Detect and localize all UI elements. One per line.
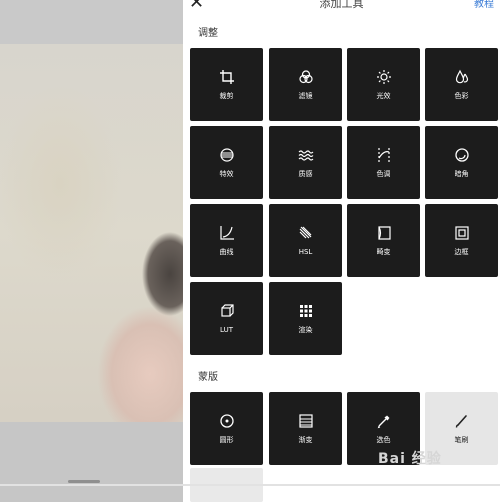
tool-color[interactable]: 色彩 <box>425 48 498 121</box>
tool-label: 渲染 <box>298 326 313 334</box>
tool-label: 色调 <box>376 170 391 178</box>
tool-curve[interactable]: 曲线 <box>190 204 263 277</box>
droplets-icon <box>455 69 468 84</box>
grid-icon <box>299 305 312 317</box>
tool-hsl[interactable]: HSL <box>269 204 342 277</box>
frame-icon <box>454 226 469 240</box>
photo-preview <box>0 0 183 502</box>
tool-crop[interactable]: 裁剪 <box>190 48 263 121</box>
tool-label: 色彩 <box>454 92 469 100</box>
tool-label: LUT <box>220 326 233 334</box>
circle-icon <box>219 414 234 428</box>
photo-bottom-area <box>0 422 183 502</box>
tone-icon <box>377 148 390 162</box>
tool-effect[interactable]: 特效 <box>190 126 263 199</box>
bottom-divider <box>0 484 500 486</box>
tool-distortion[interactable]: 畸变 <box>347 204 420 277</box>
tool-label: 暗角 <box>454 170 469 178</box>
mask-label: 渐变 <box>298 436 313 444</box>
tool-label: 质感 <box>298 170 313 178</box>
mask-gradient[interactable]: 渐变 <box>269 392 342 465</box>
filter-icon <box>298 70 313 84</box>
sun-icon <box>376 70 391 84</box>
mask-label: 圆形 <box>219 436 234 444</box>
hsl-icon <box>299 226 311 239</box>
gradient-icon <box>298 414 313 428</box>
brush-icon <box>455 415 467 428</box>
tutorial-link[interactable]: 教程 <box>474 0 494 10</box>
add-tool-panel: ✕ 添加工具 教程 调整 裁剪 滤镜 光效 色彩 特效 质感 色调 暗角 曲线 <box>183 0 500 502</box>
tool-render[interactable]: 渲染 <box>269 282 342 355</box>
tool-frame[interactable]: 边框 <box>425 204 498 277</box>
tool-label: 滤镜 <box>298 92 313 100</box>
curve-icon <box>219 226 234 240</box>
section-mask: 蒙版 <box>198 372 218 383</box>
tool-lut[interactable]: LUT <box>190 282 263 355</box>
mask-label: 选色 <box>376 436 391 444</box>
wave-icon <box>298 150 313 161</box>
mask-label: 笔刷 <box>454 436 469 444</box>
distortion-icon <box>377 226 391 240</box>
home-indicator <box>68 480 100 483</box>
tool-vignette[interactable]: 暗角 <box>425 126 498 199</box>
tool-light[interactable]: 光效 <box>347 48 420 121</box>
tool-label: 边框 <box>454 248 469 256</box>
eyedropper-icon <box>377 415 389 429</box>
panel-title: 添加工具 <box>319 0 364 10</box>
crop-icon <box>219 70 234 84</box>
tool-tone[interactable]: 色调 <box>347 126 420 199</box>
tool-label: HSL <box>298 248 313 256</box>
tool-label: 曲线 <box>219 248 234 256</box>
watermark: Bai 经验 <box>378 451 442 467</box>
tool-label: 光效 <box>376 92 391 100</box>
tool-label: 特效 <box>219 170 234 178</box>
lut-icon <box>220 304 234 317</box>
mask-circle[interactable]: 圆形 <box>190 392 263 465</box>
tool-filter[interactable]: 滤镜 <box>269 48 342 121</box>
tool-label: 畸变 <box>376 248 391 256</box>
section-adjust: 调整 <box>198 28 218 39</box>
vignette-icon <box>454 148 469 162</box>
tool-texture[interactable]: 质感 <box>269 126 342 199</box>
photo-image <box>0 44 183 422</box>
effect-icon <box>219 148 234 162</box>
tool-label: 裁剪 <box>219 92 234 100</box>
